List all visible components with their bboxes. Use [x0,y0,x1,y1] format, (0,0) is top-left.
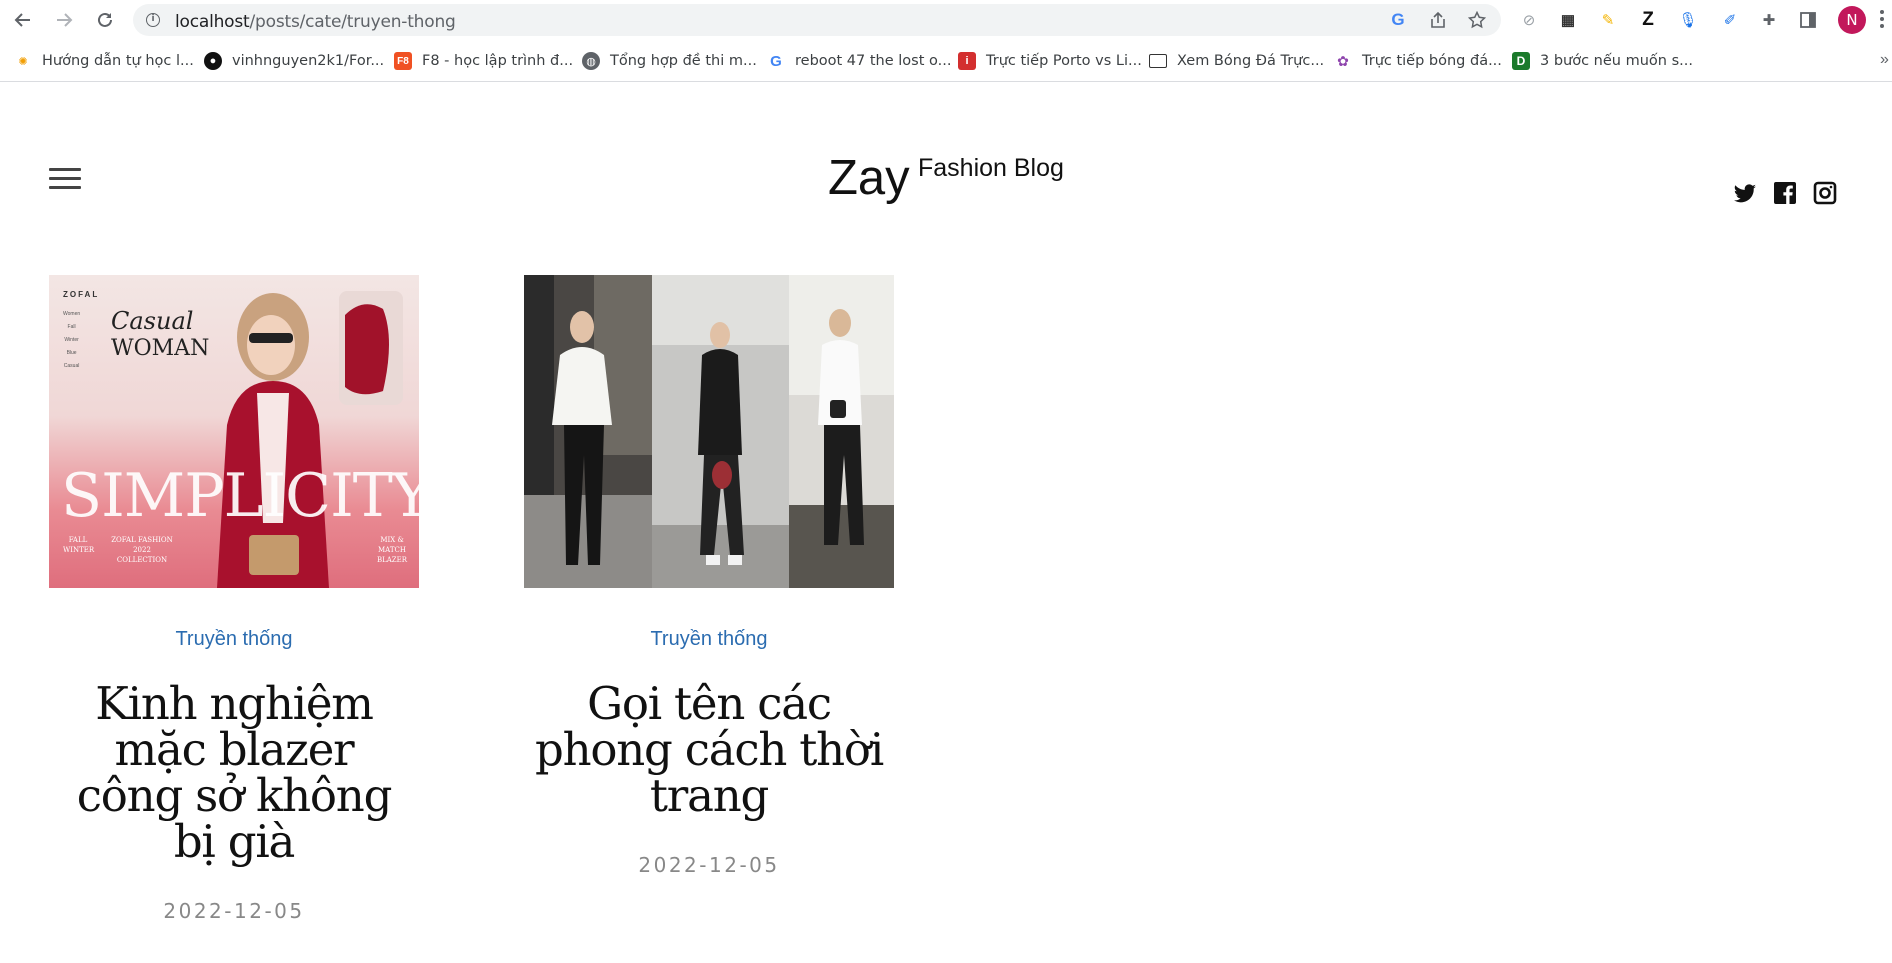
side-panel-icon[interactable] [1797,9,1819,31]
bookmarks-bar: ✺ Hướng dẫn tự học l... ● vinhnguyen2k1/… [0,40,1892,82]
pencil-extension-icon[interactable]: ✎ [1597,9,1619,31]
brand-tagline: Fashion Blog [918,154,1064,182]
browser-menu-icon[interactable] [1880,10,1886,30]
bookmark-item[interactable]: ◍ Tổng hợp đề thi m... [582,50,757,72]
arrow-right-icon [57,13,73,27]
post-category-link[interactable]: Truyền thống [49,628,419,651]
dotted-logo-icon: ✺ [18,55,28,68]
post-thumbnail[interactable] [524,275,894,588]
grid-extension-icon[interactable]: ▦ [1557,9,1579,31]
bookmarks-overflow-icon[interactable]: » [1880,51,1889,69]
bookmark-star-icon[interactable] [1468,11,1486,29]
bookmark-item[interactable]: D 3 bước nếu muốn s... [1512,50,1693,72]
post-thumbnail[interactable]: ZOFAL Women Fall Winter Blue Casual Casu… [49,275,419,588]
post-date: 2022-12-05 [163,899,305,923]
puzzle-extensions-icon[interactable]: ✚ [1758,9,1780,31]
google-icon: G [770,52,782,70]
image-footer-1: FALL WINTER [63,536,95,554]
globe-icon: ◍ [582,52,600,70]
bookmark-item[interactable]: G reboot 47 the lost o... [767,50,951,72]
github-icon: ● [204,52,222,70]
bookmark-item[interactable]: ✿ Trực tiếp bóng đá... [1334,50,1502,72]
bookmark-item[interactable]: i Trực tiếp Porto vs Li... [958,50,1142,72]
site-info-icon[interactable]: i [146,13,160,27]
bookmark-item[interactable]: ✺ Hướng dẫn tự học l... [14,50,193,72]
image-headline-2: WOMAN [111,336,210,361]
arrow-left-icon [14,13,30,27]
reload-icon [98,12,112,27]
site-logo[interactable]: Zay Fashion Blog [828,150,1064,206]
forward-button[interactable] [50,6,78,34]
facebook-link[interactable] [1772,180,1798,206]
address-bar[interactable]: i localhost/posts/cate/truyen-thong G [133,4,1501,36]
flower-icon: ✿ [1337,52,1349,69]
facebook-icon [1774,182,1796,204]
hamburger-icon [49,168,81,171]
image-big-word: SIMPLICITY [61,461,419,531]
image-menu: Women Fall Winter Blue Casual [63,311,81,369]
bookmark-item[interactable]: F8 F8 - học lập trình đ... [394,50,573,72]
post-card: ZOFAL Women Fall Winter Blue Casual Casu… [49,275,419,923]
post-date: 2022-12-05 [638,853,780,877]
compass-extension-icon[interactable]: ⊘ [1518,9,1540,31]
d-green-icon: D [1512,52,1530,70]
twitter-icon [1734,184,1756,203]
f8-icon: F8 [394,52,412,70]
profile-avatar[interactable]: N [1838,6,1866,34]
z-extension-icon[interactable]: Z [1637,9,1659,31]
image-brand-text: ZOFAL [63,290,100,299]
mic-extension-icon[interactable]: 🎙 [1677,9,1699,31]
url-text[interactable]: localhost/posts/cate/truyen-thong [175,12,456,32]
bookmark-item[interactable]: Xem Bóng Đá Trực... [1149,50,1324,72]
twitter-link[interactable] [1732,180,1758,206]
brand-name: Zay [828,151,910,205]
image-footer-2: ZOFAL FASHION 2022 COLLECTION [111,536,173,564]
red-square-icon: i [958,52,976,70]
instagram-icon [1813,181,1837,205]
google-translate-icon[interactable]: G [1389,10,1407,29]
post-category-link[interactable]: Truyền thống [524,628,894,651]
share-icon[interactable] [1429,11,1447,29]
tv-icon [1149,54,1167,68]
image-footer-3: MIX & MATCH BLAZER [376,536,408,564]
post-title[interactable]: Kinh nghiệm mặc blazer công sở không bị … [49,681,419,865]
instagram-link[interactable] [1812,180,1838,206]
browser-toolbar: i localhost/posts/cate/truyen-thong G ⊘ … [0,0,1892,40]
image-headline-1: Casual [111,307,194,335]
menu-toggle-button[interactable] [49,168,81,192]
post-title[interactable]: Gọi tên các phong cách thời trang [524,681,894,819]
post-card: Truyền thống Gọi tên các phong cách thời… [524,275,894,877]
brush-extension-icon[interactable]: ✐ [1719,9,1741,31]
reload-button[interactable] [91,6,119,34]
bookmark-item[interactable]: ● vinhnguyen2k1/For... [204,50,384,72]
back-button[interactable] [9,6,37,34]
